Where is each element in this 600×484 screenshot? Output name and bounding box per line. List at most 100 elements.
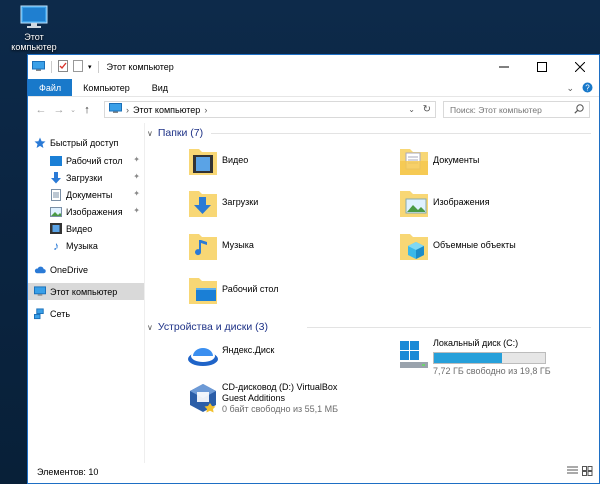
- search-box[interactable]: [443, 101, 590, 118]
- item-count: Элементов: 10: [37, 467, 99, 477]
- pin-icon[interactable]: ✦: [133, 155, 140, 164]
- group-folders-header[interactable]: ∨ Папки (7): [147, 127, 203, 139]
- film-icon: [50, 223, 62, 235]
- svg-text:?: ?: [585, 83, 590, 92]
- this-pc-icon: [34, 286, 46, 298]
- navigation-pane: Быстрый доступ Рабочий стол ✦ Загрузки ✦…: [28, 123, 145, 463]
- nav-item-label: Видео: [66, 223, 93, 234]
- maximize-button[interactable]: [523, 55, 561, 79]
- disk-free-text: 7,72 ГБ свободно из 19,8 ГБ: [433, 366, 551, 376]
- explorer-window: ▾ Этот компьютер Файл Компьютер Вид ⌄ ?: [27, 54, 600, 484]
- recent-locations-icon[interactable]: ⌄: [68, 106, 78, 114]
- up-arrow-icon[interactable]: ↑: [78, 104, 96, 116]
- folder-tile-documents[interactable]: Документы: [398, 143, 479, 177]
- address-field[interactable]: › Этот компьютер › ⌄ ↻: [104, 101, 436, 118]
- device-tile-yandex-disk[interactable]: Яндекс.Диск: [187, 337, 274, 371]
- path-separator-icon[interactable]: ›: [126, 105, 129, 115]
- device-label-line1: CD-дисковод (D:) VirtualBox: [222, 382, 338, 392]
- expand-ribbon-icon[interactable]: ⌄: [566, 83, 574, 94]
- 3d-objects-folder-icon: [398, 228, 430, 262]
- content-pane: ∨ Папки (7) Видео Документы Загрузки Изо…: [145, 123, 600, 463]
- close-button[interactable]: [561, 55, 599, 79]
- nav-item-downloads[interactable]: Загрузки ✦: [28, 169, 144, 186]
- nav-item-desktop[interactable]: Рабочий стол ✦: [28, 152, 144, 169]
- nav-onedrive[interactable]: OneDrive: [28, 261, 144, 278]
- local-disk-info: Локальный диск (C:) 7,72 ГБ свободно из …: [433, 338, 551, 377]
- forward-arrow-icon[interactable]: →: [50, 104, 68, 116]
- address-path[interactable]: Этот компьютер: [133, 105, 200, 115]
- search-input[interactable]: [448, 103, 574, 116]
- nav-this-pc[interactable]: Этот компьютер: [28, 283, 144, 300]
- qa-divider: [97, 61, 99, 73]
- nav-item-label: Загрузки: [66, 172, 103, 183]
- nav-item-documents[interactable]: Документы ✦: [28, 186, 144, 203]
- folder-label: Документы: [433, 155, 480, 165]
- window-controls: [485, 55, 599, 79]
- nav-item-label: Рабочий стол: [66, 155, 123, 166]
- star-icon: [34, 137, 46, 149]
- status-bar: Элементов: 10: [28, 461, 599, 483]
- pin-icon[interactable]: ✦: [133, 172, 140, 181]
- this-pc-small-icon: [32, 60, 45, 74]
- quick-access-toolbar: ▾: [28, 60, 101, 74]
- tab-file[interactable]: Файл: [28, 79, 73, 96]
- title-bar: ▾ Этот компьютер: [28, 55, 599, 79]
- tab-view[interactable]: Вид: [141, 79, 179, 96]
- qa-dropdown-icon[interactable]: ▾: [88, 63, 92, 71]
- folder-label: Рабочий стол: [222, 284, 279, 294]
- properties-icon[interactable]: [58, 60, 69, 74]
- folder-tile-music[interactable]: Музыка: [187, 228, 254, 262]
- folder-label: Загрузки: [222, 197, 259, 207]
- yandex-disk-icon: [187, 337, 219, 371]
- chevron-down-icon[interactable]: ∨: [147, 323, 153, 332]
- disk-usage-bar: [433, 352, 546, 364]
- folder-tile-desktop[interactable]: Рабочий стол: [187, 272, 279, 306]
- close-icon: [575, 62, 585, 72]
- device-tile-local-disk[interactable]: Локальный диск (C:) 7,72 ГБ свободно из …: [398, 337, 551, 377]
- group-title: Устройства и диски (3): [157, 321, 268, 333]
- refresh-icon[interactable]: ↻: [423, 104, 431, 115]
- group-divider: [307, 327, 591, 328]
- new-folder-icon[interactable]: [73, 60, 84, 74]
- search-icon[interactable]: [574, 103, 584, 116]
- pin-icon[interactable]: ✦: [133, 206, 140, 215]
- qa-divider: [51, 61, 52, 73]
- group-divider: [211, 133, 591, 134]
- monitor-icon: [19, 4, 49, 30]
- chevron-down-icon[interactable]: ∨: [147, 129, 153, 138]
- nav-item-videos[interactable]: Видео: [28, 220, 144, 237]
- pictures-folder-icon: [398, 185, 430, 219]
- folder-tile-videos[interactable]: Видео: [187, 143, 248, 177]
- tab-computer[interactable]: Компьютер: [72, 79, 141, 96]
- nav-item-pictures[interactable]: Изображения ✦: [28, 203, 144, 220]
- desktop-this-pc-icon[interactable]: Этот компьютер: [8, 4, 60, 52]
- device-tile-cd-drive[interactable]: CD-дисковод (D:) VirtualBox Guest Additi…: [187, 381, 338, 415]
- details-view-icon[interactable]: [567, 466, 578, 478]
- document-icon: [50, 188, 62, 201]
- desktop-folder-icon: [187, 272, 219, 306]
- pin-icon[interactable]: ✦: [133, 189, 140, 198]
- folder-tile-pictures[interactable]: Изображения: [398, 185, 490, 219]
- nav-item-music[interactable]: ♪ Музыка: [28, 237, 144, 254]
- minimize-icon: [499, 66, 509, 68]
- device-label: Яндекс.Диск: [222, 345, 275, 355]
- network-icon: [34, 307, 46, 320]
- help-icon[interactable]: ?: [582, 82, 593, 95]
- address-dropdown-icon[interactable]: ⌄: [408, 105, 415, 114]
- documents-folder-icon: [398, 143, 430, 177]
- folder-tile-3d-objects[interactable]: Объемные объекты: [398, 228, 516, 262]
- virtualbox-cd-icon: [187, 381, 219, 415]
- nav-network[interactable]: Сеть: [28, 305, 144, 322]
- video-folder-icon: [187, 143, 219, 177]
- nav-quick-access[interactable]: Быстрый доступ: [28, 134, 144, 151]
- tiles-view-icon[interactable]: [582, 466, 593, 478]
- minimize-button[interactable]: [485, 55, 523, 79]
- nav-item-label: Быстрый доступ: [50, 137, 119, 148]
- back-arrow-icon[interactable]: ←: [32, 104, 50, 116]
- downloads-folder-icon: [187, 185, 219, 219]
- group-devices-header[interactable]: ∨ Устройства и диски (3): [147, 321, 268, 333]
- nav-item-label: Сеть: [50, 308, 71, 319]
- folder-tile-downloads[interactable]: Загрузки: [187, 185, 258, 219]
- path-separator-icon[interactable]: ›: [204, 105, 207, 115]
- picture-icon: [50, 206, 62, 218]
